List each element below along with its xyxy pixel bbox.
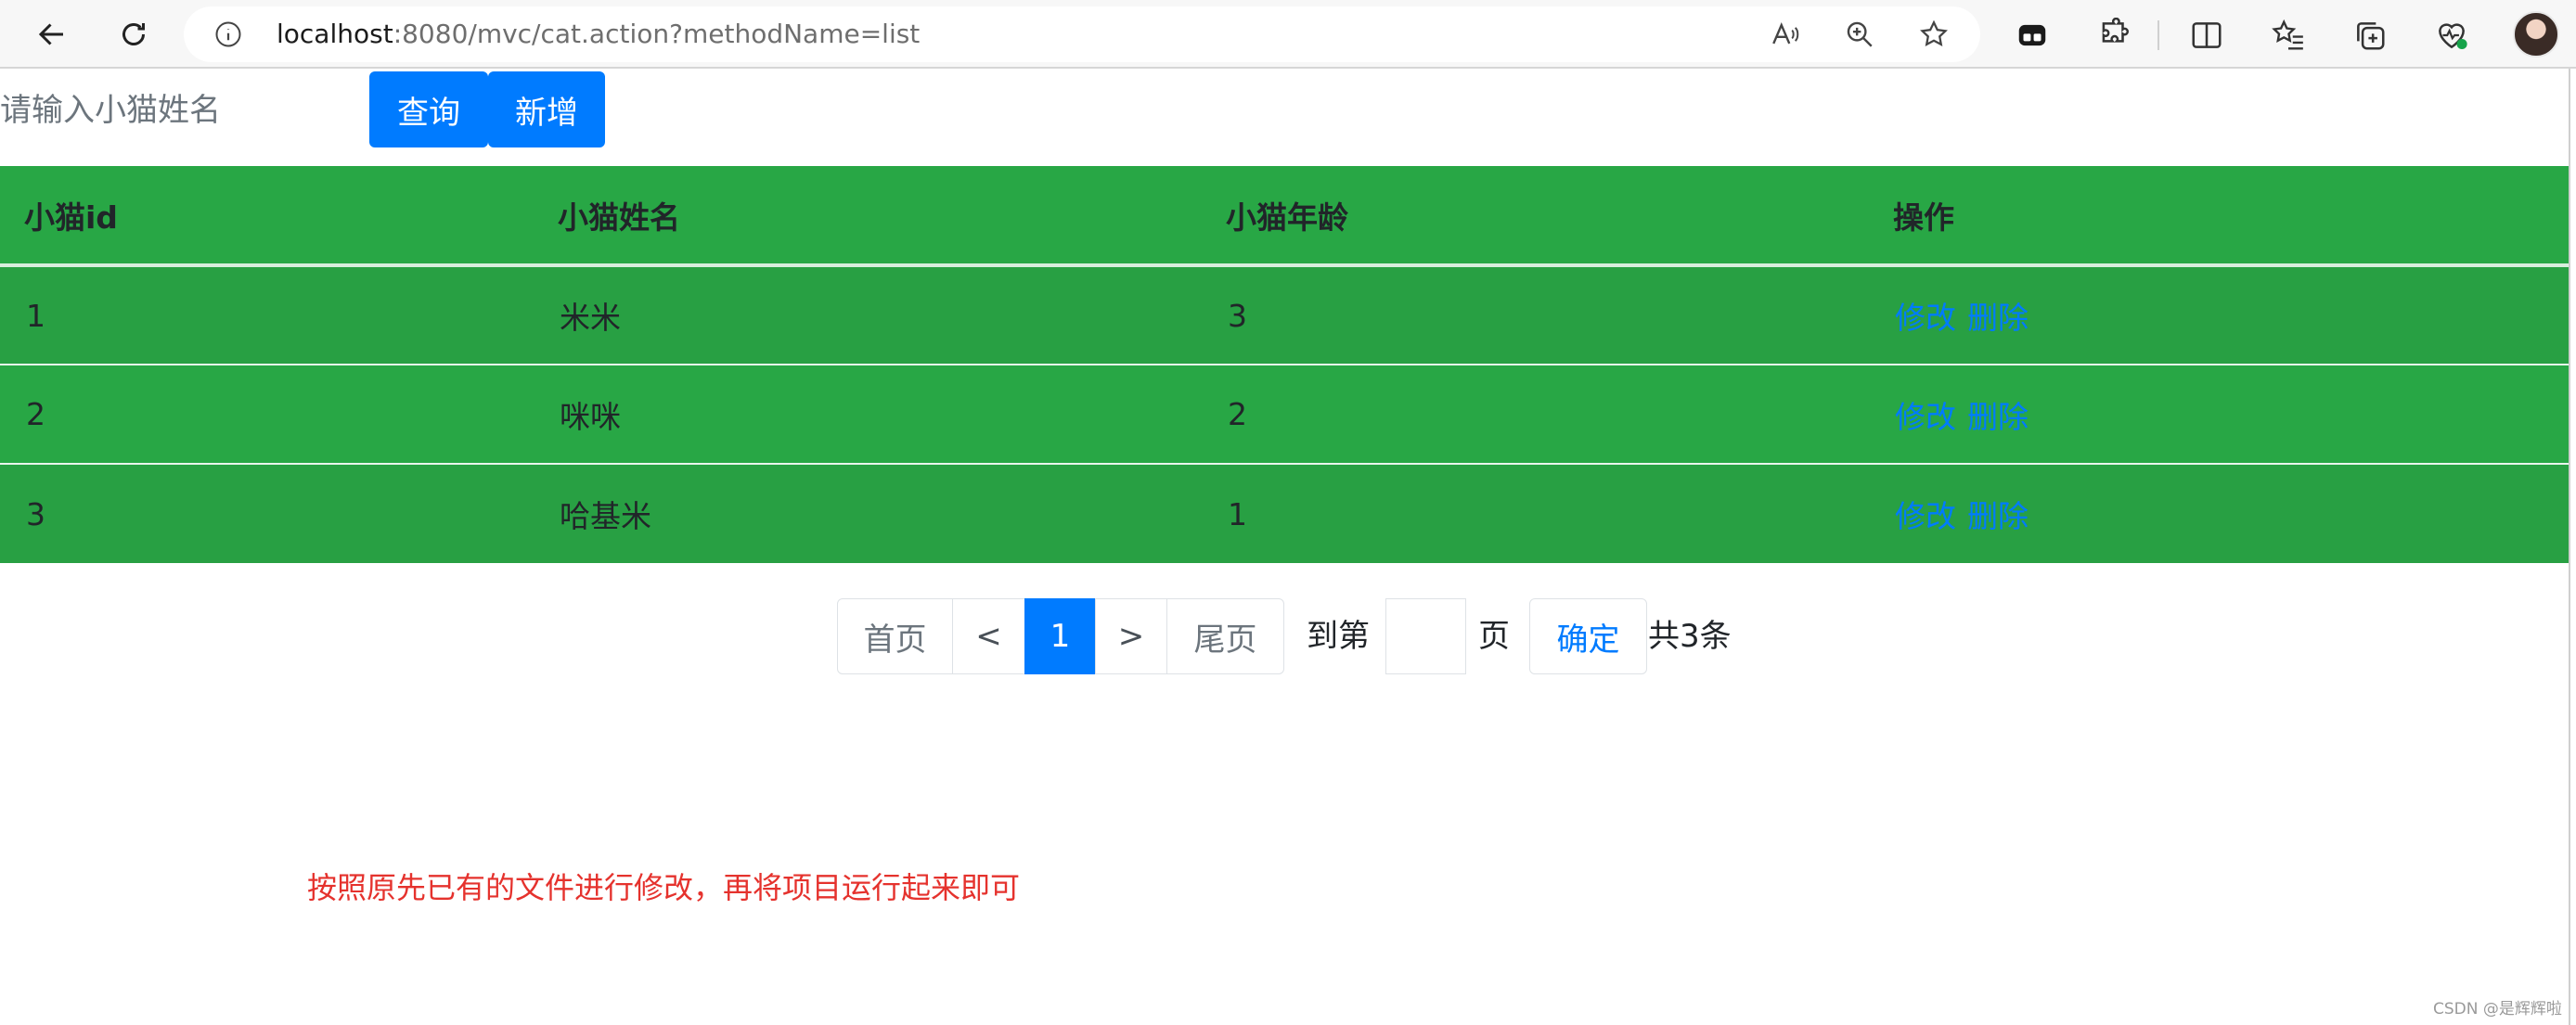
address-bar[interactable]: localhost:8080/mvc/cat.action?methodName… <box>184 6 1980 62</box>
browser-essentials-icon[interactable] <box>2431 15 2472 56</box>
browser-toolbar: localhost:8080/mvc/cat.action?methodName… <box>0 0 2576 69</box>
header-cat-name: 小猫姓名 <box>534 166 1202 267</box>
table-row: 2 咪咪 2 修改 删除 <box>0 364 2569 464</box>
next-page-button[interactable]: > <box>1095 598 1167 674</box>
edit-link[interactable]: 修改 <box>1895 300 1956 336</box>
refresh-button[interactable] <box>108 9 160 59</box>
read-aloud-icon[interactable] <box>1767 16 1804 53</box>
cell-id: 1 <box>0 265 534 365</box>
url-path: :8080/mvc/cat.action?methodName=list <box>393 19 921 49</box>
extensions-puzzle-icon[interactable] <box>2093 15 2134 56</box>
add-button[interactable]: 新增 <box>488 71 605 147</box>
cell-name: 米米 <box>534 265 1202 365</box>
table-row: 1 米米 3 修改 删除 <box>0 265 2569 365</box>
extension-tile-icon[interactable] <box>2012 15 2053 56</box>
cell-age: 2 <box>1202 364 1869 464</box>
url-host: localhost <box>277 19 393 49</box>
header-cat-id: 小猫id <box>0 166 534 267</box>
prev-page-button[interactable]: < <box>952 598 1025 674</box>
table-row: 3 哈基米 1 修改 删除 <box>0 463 2569 563</box>
confirm-button[interactable]: 确定 <box>1529 598 1647 674</box>
pagination: 首页 < 1 > 尾页 <box>837 598 1284 674</box>
delete-link[interactable]: 删除 <box>1967 498 2029 534</box>
edit-link[interactable]: 修改 <box>1895 399 1956 435</box>
zoom-icon[interactable] <box>1841 16 1878 53</box>
cat-table: 小猫id 小猫姓名 小猫年龄 操作 1 米米 3 修改 删除 2 咪咪 2 修改删… <box>0 166 2569 563</box>
toolbar-divider <box>2157 20 2159 50</box>
page-edge <box>2569 69 2570 1025</box>
cell-id: 3 <box>0 463 534 563</box>
header-actions: 操作 <box>1869 166 2569 267</box>
back-button[interactable] <box>26 9 78 59</box>
page-1-button[interactable]: 1 <box>1024 598 1096 674</box>
cell-name: 哈基米 <box>534 463 1202 563</box>
cell-actions: 修改 删除 <box>1869 364 2569 464</box>
back-arrow-icon <box>38 23 63 45</box>
profile-avatar[interactable] <box>2513 11 2559 58</box>
cell-actions: 修改 删除 <box>1869 463 2569 563</box>
cat-name-search-input[interactable] <box>0 72 362 148</box>
annotation-note: 按照原先已有的文件进行修改，再将项目运行起来即可 <box>307 870 1021 905</box>
cell-age: 1 <box>1202 463 1869 563</box>
watermark: CSDN @是辉辉啦 <box>2433 1000 2562 1019</box>
first-page-button[interactable]: 首页 <box>837 598 953 674</box>
refresh-icon <box>122 23 145 45</box>
url-text[interactable]: localhost:8080/mvc/cat.action?methodName… <box>277 6 920 62</box>
split-screen-icon[interactable] <box>2186 15 2227 56</box>
delete-link[interactable]: 删除 <box>1967 399 2029 435</box>
collections-icon[interactable] <box>2350 15 2390 56</box>
last-page-button[interactable]: 尾页 <box>1166 598 1284 674</box>
goto-prefix-label: 到第 <box>1307 618 1370 655</box>
cell-name: 咪咪 <box>534 364 1202 464</box>
goto-suffix-label: 页 <box>1478 618 1510 655</box>
delete-link[interactable]: 删除 <box>1967 300 2029 336</box>
favorite-star-icon[interactable] <box>1915 16 1952 53</box>
favorites-list-icon[interactable] <box>2268 15 2309 56</box>
info-icon[interactable] <box>212 18 245 51</box>
edit-link[interactable]: 修改 <box>1895 498 1956 534</box>
total-count: 共3条 <box>1648 618 1732 655</box>
cell-actions: 修改 删除 <box>1869 265 2569 365</box>
query-button[interactable]: 查询 <box>369 71 488 147</box>
cell-age: 3 <box>1202 265 1869 365</box>
header-cat-age: 小猫年龄 <box>1202 166 1869 267</box>
goto-page-input[interactable] <box>1385 598 1466 674</box>
table-header-row: 小猫id 小猫姓名 小猫年龄 操作 <box>0 166 2569 267</box>
cell-id: 2 <box>0 364 534 464</box>
